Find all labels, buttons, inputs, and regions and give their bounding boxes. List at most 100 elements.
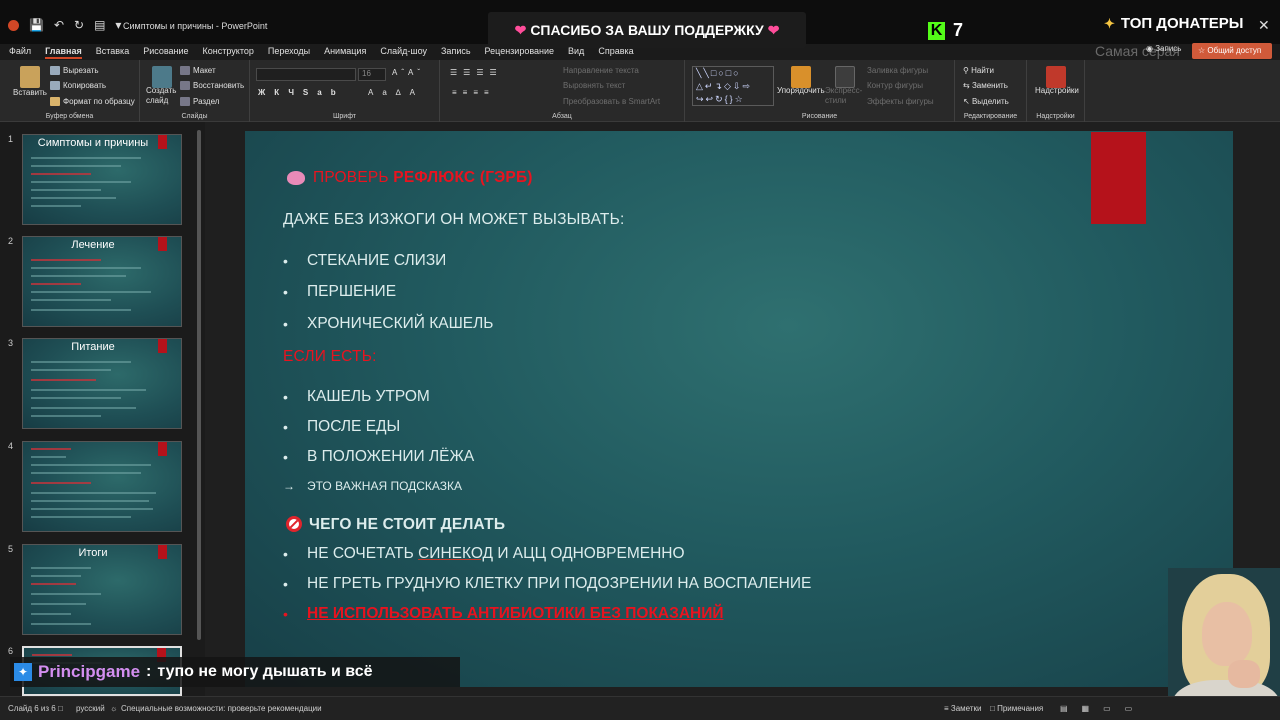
present-icon[interactable]: ▤ xyxy=(94,18,105,32)
copy-button[interactable]: Копировать xyxy=(50,81,107,91)
tab-home[interactable]: Главная xyxy=(45,45,82,59)
tab-review[interactable]: Рецензирование xyxy=(485,45,555,59)
tab-insert[interactable]: Вставка xyxy=(96,45,129,59)
thumbnail-red-block xyxy=(158,545,167,559)
tab-file[interactable]: Файл xyxy=(9,45,31,59)
webcam-face xyxy=(1202,602,1252,666)
thumbnail-text-line xyxy=(31,456,66,458)
slide-thumbnail[interactable]: Питание xyxy=(22,338,182,429)
slide-heading: ПРОВЕРЬ РЕФЛЮКС (ГЭРБ) xyxy=(313,169,533,187)
thumbnail-text-line xyxy=(31,165,121,167)
top-donors-title: ТОП ДОНАТЕРЫ xyxy=(1120,15,1244,32)
comment-icon: □ xyxy=(990,704,998,713)
font-name-input[interactable] xyxy=(256,68,356,81)
tab-help[interactable]: Справка xyxy=(598,45,633,59)
notes-icon: ≡ xyxy=(944,704,951,713)
arrange-button[interactable]: Упорядочить xyxy=(777,86,825,95)
section-button[interactable]: Раздел xyxy=(180,97,219,107)
slide-thumbnail[interactable]: Лечение xyxy=(22,236,182,327)
redo-icon[interactable]: ↻ xyxy=(74,18,84,32)
copy-label: Копировать xyxy=(63,81,107,90)
save-icon[interactable]: 💾 xyxy=(29,18,44,32)
slide-thumbnail[interactable]: Симптомы и причины xyxy=(22,134,182,225)
comments-button[interactable]: □ Примечания xyxy=(990,704,1043,713)
accessibility-status[interactable]: Специальные возможности: проверьте реком… xyxy=(121,704,322,713)
spellcheck-icon[interactable]: □ xyxy=(58,704,63,713)
slide-dont-heading: ЧЕГО НЕ СТОИТ ДЕЛАТЬ xyxy=(309,516,506,533)
shape-outline-button[interactable]: Контур фигуры xyxy=(867,81,923,90)
tab-transitions[interactable]: Переходы xyxy=(268,45,310,59)
thumbnail-text-line xyxy=(31,189,101,191)
slide-dont-item-warning: НЕ ИСПОЛЬЗОВАТЬ АНТИБИОТИКИ БЕЗ ПОКАЗАНИ… xyxy=(307,605,724,622)
thumbnail-text-line xyxy=(31,492,156,494)
list-buttons-icon[interactable]: ☰☰☰☰ xyxy=(450,68,503,77)
thumbnail-text-line xyxy=(31,299,111,301)
paste-icon xyxy=(20,66,40,88)
font-size-grow-shrink-icon[interactable]: AˆAˇ xyxy=(392,68,424,77)
thumbnail-text-line xyxy=(31,291,151,293)
quick-styles-button[interactable]: Экспресс-стили xyxy=(825,86,865,106)
slide-intro-line: ДАЖЕ БЕЗ ИЗЖОГИ ОН МОЖЕТ ВЫЗЫВАТЬ: xyxy=(283,211,625,228)
thumbnail-text-line xyxy=(31,407,136,409)
reset-button[interactable]: Восстановить xyxy=(180,81,244,91)
cursor-icon: ↖ xyxy=(963,97,972,106)
addins-button[interactable]: Надстройки xyxy=(1035,86,1079,95)
font-size-input[interactable]: 16 xyxy=(358,68,386,81)
replace-button[interactable]: ⇆ Заменить xyxy=(963,81,1008,90)
customize-qat-icon[interactable]: ▾ xyxy=(115,18,121,32)
kick-viewer-badge: K 7 xyxy=(928,20,963,41)
close-icon[interactable]: ✕ xyxy=(1258,17,1270,34)
thumbnail-text-line xyxy=(31,267,141,269)
slide-thumbnail[interactable] xyxy=(22,441,182,532)
tab-draw[interactable]: Рисование xyxy=(143,45,188,59)
share-button[interactable]: ☆ Общий доступ xyxy=(1192,43,1272,59)
top-donors-header: ✦ ТОП ДОНАТЕРЫ xyxy=(1104,15,1243,32)
language-indicator[interactable]: русский xyxy=(76,704,105,713)
thumbnail-text-line xyxy=(31,197,116,199)
notes-button[interactable]: ≡ Заметки xyxy=(944,704,982,713)
undo-icon[interactable]: ↶ xyxy=(54,18,64,32)
text-direction-button[interactable]: Направление текста xyxy=(563,66,639,75)
tab-record[interactable]: Запись xyxy=(441,45,471,59)
quick-access-toolbar: 💾 ↶ ↻ ▤ ▾ xyxy=(8,18,121,32)
slide-thumbnail[interactable]: Итоги xyxy=(22,544,182,635)
editing-group: ⚲ Найти ⇆ Заменить ↖ Выделить Редактиров… xyxy=(955,60,1027,122)
chat-username: Principgame xyxy=(38,662,141,681)
thumbnail-text-line xyxy=(31,508,153,510)
record-button[interactable]: ◉ Запись xyxy=(1146,44,1181,53)
tab-design[interactable]: Конструктор xyxy=(203,45,254,59)
arrow-right-icon: → xyxy=(283,479,295,493)
shape-effects-button[interactable]: Эффекты фигуры xyxy=(867,97,934,106)
shape-fill-button[interactable]: Заливка фигуры xyxy=(867,66,928,75)
thumbnail-text-line xyxy=(31,472,141,474)
tab-slideshow[interactable]: Слайд-шоу xyxy=(380,45,427,59)
convert-smartart-button[interactable]: Преобразовать в SmartArt xyxy=(563,97,660,106)
thumbnail-number: 6 xyxy=(8,646,14,656)
slide-red-block xyxy=(1091,132,1146,224)
bullet-dot-icon: • xyxy=(283,389,288,405)
find-button[interactable]: ⚲ Найти xyxy=(963,66,994,75)
cut-button[interactable]: Вырезать xyxy=(50,66,99,76)
addins-icon xyxy=(1046,66,1066,88)
thumbnail-text-line xyxy=(31,259,101,261)
format-painter-button[interactable]: Формат по образцу xyxy=(50,97,135,107)
view-buttons-icon[interactable]: ▤▦▭▭ xyxy=(1060,704,1146,713)
heart-icon: ❤ xyxy=(514,21,527,38)
layout-button[interactable]: Макет xyxy=(180,66,216,76)
paste-button[interactable]: Вставить xyxy=(13,88,47,97)
shapes-gallery[interactable]: ╲╲□○□○ △↵↴◇⇩⇨ ↪↩↻{}☆ xyxy=(692,66,774,106)
select-button[interactable]: ↖ Выделить xyxy=(963,97,1009,106)
copy-icon xyxy=(50,81,60,91)
tab-view[interactable]: Вид xyxy=(568,45,584,59)
font-style-buttons-icon[interactable]: ЖКЧSab xyxy=(258,88,345,97)
support-banner-text: СПАСИБО ЗА ВАШУ ПОДДЕРЖКУ xyxy=(530,22,764,38)
slide-dont-item: НЕ СОЧЕТАТЬ СИНЕКОД И АЦЦ ОДНОВРЕМЕННО xyxy=(307,545,685,563)
thumbnails-scrollbar[interactable] xyxy=(197,130,201,640)
tab-animations[interactable]: Анимация xyxy=(324,45,366,59)
align-text-button[interactable]: Выровнять текст xyxy=(563,81,625,90)
slide-if-label: ЕСЛИ ЕСТЬ: xyxy=(283,348,377,365)
align-buttons-icon[interactable]: ≡≡≡≡ xyxy=(452,88,495,97)
new-slide-button[interactable]: Создать слайд xyxy=(146,86,176,106)
ribbon-tabs: Файл Главная Вставка Рисование Конструкт… xyxy=(9,45,648,59)
font-color-buttons-icon[interactable]: Aa∆A xyxy=(368,88,424,97)
